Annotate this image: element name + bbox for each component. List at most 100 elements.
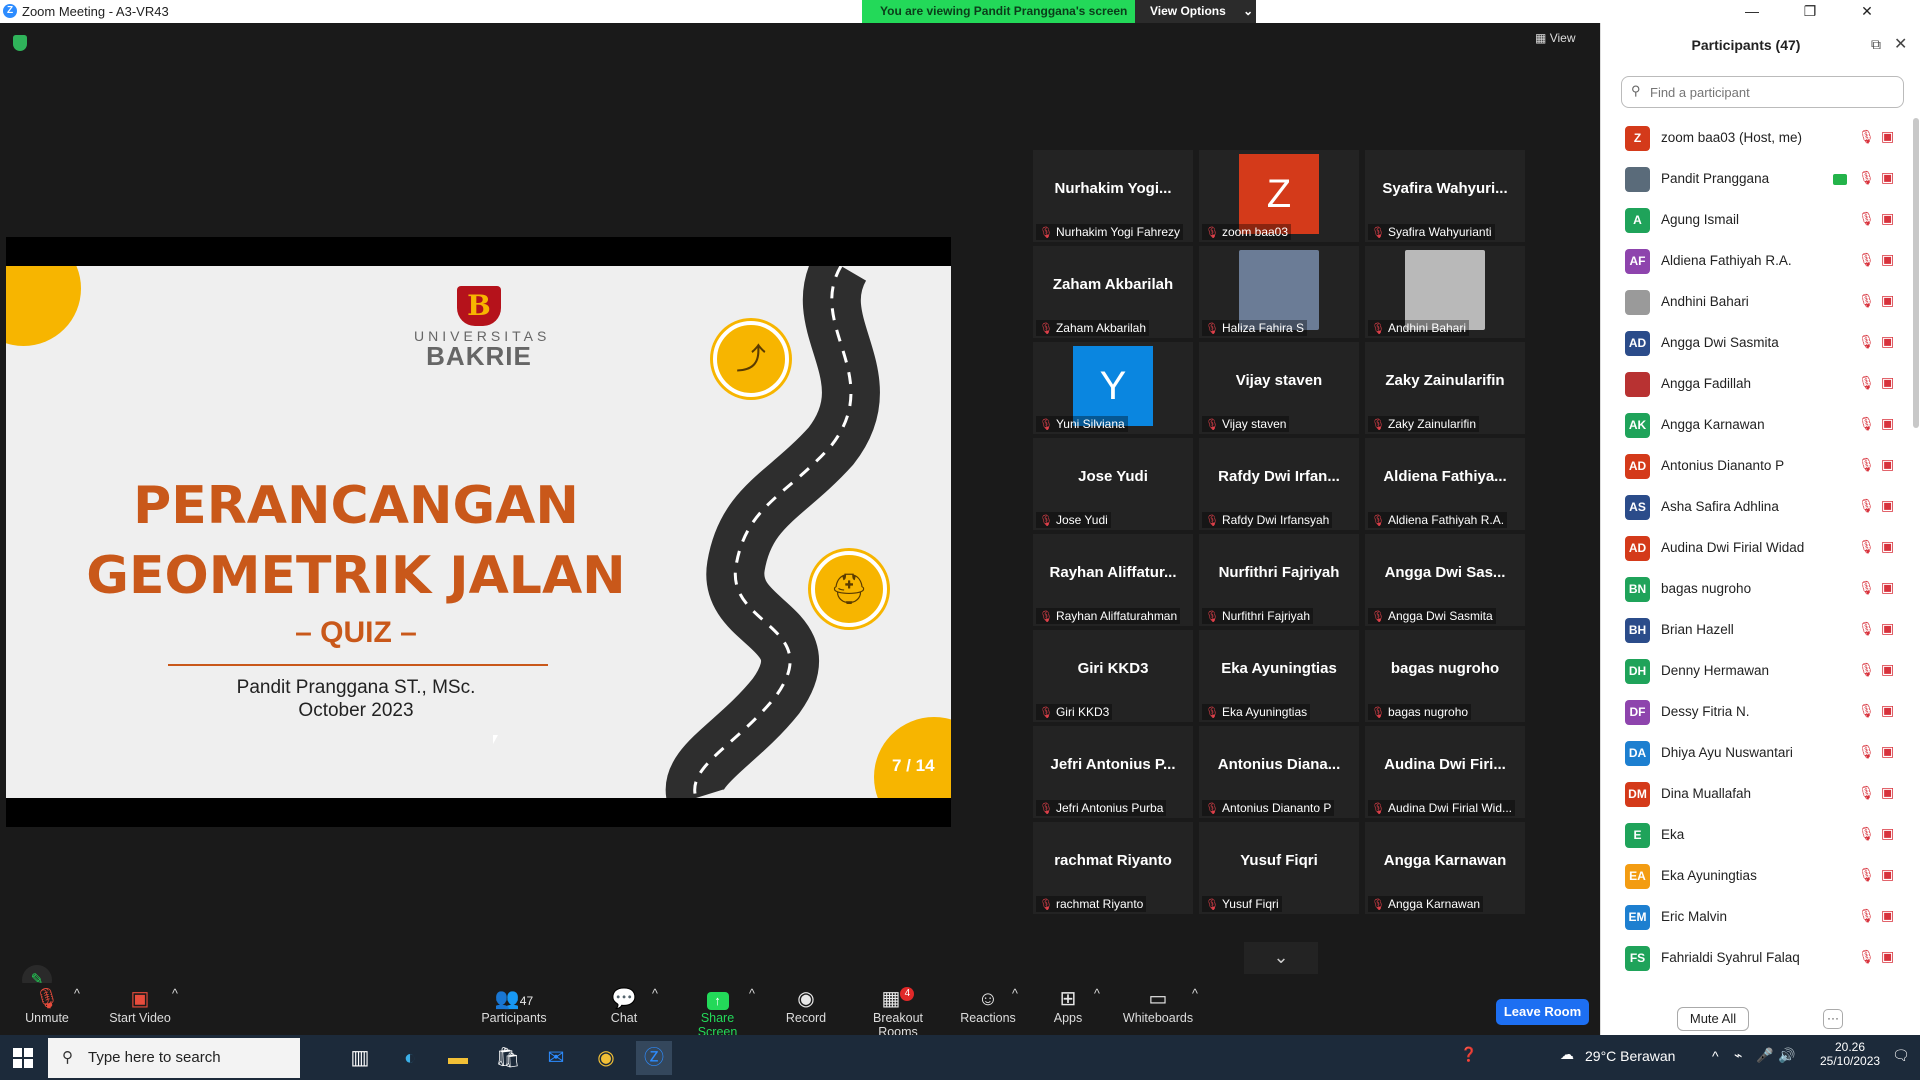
chat-button[interactable]: 💬 Chat (604, 987, 644, 1025)
participant-row[interactable]: Angga Fadillah 🎙 ▣ (1601, 364, 1911, 405)
participant-row[interactable]: Zzoom baa03 (Host, me) 🎙 ▣ (1601, 118, 1911, 159)
video-tile[interactable]: Zaky Zainularifin 🎙 Zaky Zainularifin (1365, 342, 1525, 434)
video-off-icon[interactable]: ▣ (1881, 497, 1894, 514)
microphone-icon[interactable]: 🎤 (1756, 1047, 1773, 1064)
video-off-icon[interactable]: ▣ (1881, 128, 1894, 145)
video-tile[interactable]: 🎙 Andhini Bahari (1365, 246, 1525, 338)
participant-row[interactable]: FS Fahrialdi Syahrul Falaq 🎙 ▣ (1601, 938, 1911, 979)
video-tile[interactable]: bagas nugroho 🎙 bagas nugroho (1365, 630, 1525, 722)
participant-search-input[interactable] (1621, 76, 1904, 108)
share-options-caret[interactable]: ^ (749, 987, 755, 1001)
mic-muted-icon[interactable]: 🎙 (1858, 744, 1875, 760)
mail-icon[interactable]: ✉ (538, 1041, 574, 1075)
file-explorer-icon[interactable]: ▬ (440, 1041, 476, 1075)
video-off-icon[interactable]: ▣ (1881, 948, 1894, 965)
video-off-icon[interactable]: ▣ (1881, 456, 1894, 473)
mic-muted-icon[interactable]: 🎙 (1858, 908, 1875, 924)
store-icon[interactable]: 🛍 (490, 1041, 526, 1075)
mic-muted-icon[interactable]: 🎙 (1858, 867, 1875, 883)
more-options-button[interactable]: ··· (1823, 1009, 1843, 1029)
video-off-icon[interactable]: ▣ (1881, 620, 1894, 637)
mic-muted-icon[interactable]: 🎙 (1858, 375, 1875, 391)
video-tile[interactable]: 🎙 Haliza Fahira S (1199, 246, 1359, 338)
shared-screen[interactable]: B UNIVERSITAS BAKRIE ⤴ ⛑ PERANCANGAN GEO… (6, 237, 951, 827)
leave-room-button[interactable]: Leave Room (1496, 999, 1589, 1025)
view-options-button[interactable]: View Options ⌄ (1135, 0, 1256, 23)
participant-list-scrollbar[interactable] (1913, 118, 1919, 428)
video-off-icon[interactable]: ▣ (1881, 374, 1894, 391)
video-tile[interactable]: Aldiena Fathiya... 🎙 Aldiena Fathiyah R.A. (1365, 438, 1525, 530)
mic-muted-icon[interactable]: 🎙 (1858, 211, 1875, 227)
apps-options-caret[interactable]: ^ (1094, 987, 1100, 1001)
maximize-button[interactable]: ❐ (1787, 0, 1833, 23)
participant-row[interactable]: BH Brian Hazell 🎙 ▣ (1601, 610, 1911, 651)
video-tile[interactable]: Angga Karnawan 🎙 Angga Karnawan (1365, 822, 1525, 914)
participant-row[interactable]: DH Denny Hermawan 🎙 ▣ (1601, 651, 1911, 692)
video-tile[interactable]: Y 🎙 Yuni Silviana (1033, 342, 1193, 434)
notification-icon[interactable]: 🗨 (1892, 1047, 1910, 1064)
participant-row[interactable]: AF Aldiena Fathiyah R.A. 🎙 ▣ (1601, 241, 1911, 282)
video-off-icon[interactable]: ▣ (1881, 784, 1894, 801)
breakout-rooms-button[interactable]: ▦ 4 Breakout Rooms (852, 987, 944, 1039)
video-off-icon[interactable]: ▣ (1881, 661, 1894, 678)
video-off-icon[interactable]: ▣ (1881, 169, 1894, 186)
record-button[interactable]: ◉ Record (782, 987, 830, 1025)
video-tile[interactable]: Rafdy Dwi Irfan... 🎙 Rafdy Dwi Irfansyah (1199, 438, 1359, 530)
help-icon[interactable]: ❓ (1460, 1046, 1477, 1063)
popout-icon[interactable]: ⧉ (1871, 36, 1881, 53)
participant-row[interactable]: BN bagas nugroho 🎙 ▣ (1601, 569, 1911, 610)
video-off-icon[interactable]: ▣ (1881, 825, 1894, 842)
mic-muted-icon[interactable]: 🎙 (1858, 498, 1875, 514)
video-tile[interactable]: Angga Dwi Sas... 🎙 Angga Dwi Sasmita (1365, 534, 1525, 626)
video-tile[interactable]: Jefri Antonius P... 🎙 Jefri Antonius Purba (1033, 726, 1193, 818)
video-tile[interactable]: Syafira Wahyuri... 🎙 Syafira Wahyurianti (1365, 150, 1525, 242)
video-tile[interactable]: Zaham Akbarilah 🎙 Zaham Akbarilah (1033, 246, 1193, 338)
video-off-icon[interactable]: ▣ (1881, 333, 1894, 350)
video-off-icon[interactable]: ▣ (1881, 702, 1894, 719)
clock[interactable]: 20.26 25/10/2023 (1820, 1040, 1880, 1068)
participant-row[interactable]: AD Audina Dwi Firial Widad 🎙 ▣ (1601, 528, 1911, 569)
video-tile[interactable]: Nurhakim Yogi... 🎙 Nurhakim Yogi Fahrezy (1033, 150, 1193, 242)
video-off-icon[interactable]: ▣ (1881, 538, 1894, 555)
video-tile[interactable]: rachmat Riyanto 🎙 rachmat Riyanto (1033, 822, 1193, 914)
mic-muted-icon[interactable]: 🎙 (1858, 416, 1875, 432)
whiteboards-button[interactable]: ▭ Whiteboards (1122, 987, 1194, 1025)
weather-text[interactable]: 29°C Berawan (1585, 1048, 1675, 1064)
participant-row[interactable]: E Eka 🎙 ▣ (1601, 815, 1911, 856)
video-options-caret[interactable]: ^ (172, 987, 178, 1001)
participant-row[interactable]: EM Eric Malvin 🎙 ▣ (1601, 897, 1911, 938)
video-off-icon[interactable]: ▣ (1881, 292, 1894, 309)
video-off-icon[interactable]: ▣ (1881, 415, 1894, 432)
mic-muted-icon[interactable]: 🎙 (1858, 785, 1875, 801)
whiteboards-options-caret[interactable]: ^ (1192, 987, 1198, 1001)
tray-overflow-icon[interactable]: ^ (1712, 1048, 1719, 1064)
mic-muted-icon[interactable]: 🎙 (1858, 170, 1875, 186)
unmute-button[interactable]: 🎙 Unmute (22, 987, 72, 1025)
video-off-icon[interactable]: ▣ (1881, 251, 1894, 268)
mic-muted-icon[interactable]: 🎙 (1858, 129, 1875, 145)
video-off-icon[interactable]: ▣ (1881, 743, 1894, 760)
share-screen-button[interactable]: ↑ Share Screen (680, 987, 755, 1039)
video-off-icon[interactable]: ▣ (1881, 866, 1894, 883)
video-off-icon[interactable]: ▣ (1881, 579, 1894, 596)
video-tile[interactable]: Audina Dwi Firi... 🎙 Audina Dwi Firial Wid… (1365, 726, 1525, 818)
encryption-shield-icon[interactable] (13, 35, 27, 51)
video-tile[interactable]: Rayhan Aliffatur... 🎙 Rayhan Aliffaturahma… (1033, 534, 1193, 626)
participant-row[interactable]: DA Dhiya Ayu Nuswantari 🎙 ▣ (1601, 733, 1911, 774)
network-icon[interactable]: ⌁ (1734, 1047, 1742, 1064)
video-tile[interactable]: Eka Ayuningtias 🎙 Eka Ayuningtias (1199, 630, 1359, 722)
mic-muted-icon[interactable]: 🎙 (1858, 949, 1875, 965)
video-off-icon[interactable]: ▣ (1881, 907, 1894, 924)
windows-start-icon[interactable] (13, 1048, 33, 1068)
mic-muted-icon[interactable]: 🎙 (1858, 539, 1875, 555)
video-tile[interactable]: Vijay staven 🎙 Vijay staven (1199, 342, 1359, 434)
zoom-taskbar-icon[interactable]: Ⓩ (636, 1041, 672, 1075)
gallery-next-page-button[interactable]: ⌄ (1244, 942, 1318, 974)
apps-button[interactable]: ⊞ Apps (1048, 987, 1088, 1025)
volume-icon[interactable]: 🔊 (1778, 1047, 1795, 1064)
chrome-icon[interactable]: ◉ (588, 1041, 624, 1075)
video-tile[interactable]: Yusuf Fiqri 🎙 Yusuf Fiqri (1199, 822, 1359, 914)
taskbar-search-box[interactable]: ⚲ Type here to search (48, 1038, 300, 1078)
start-video-button[interactable]: ▣ Start Video (105, 987, 175, 1025)
participant-row[interactable]: AD Antonius Dianantо P 🎙 ▣ (1601, 446, 1911, 487)
